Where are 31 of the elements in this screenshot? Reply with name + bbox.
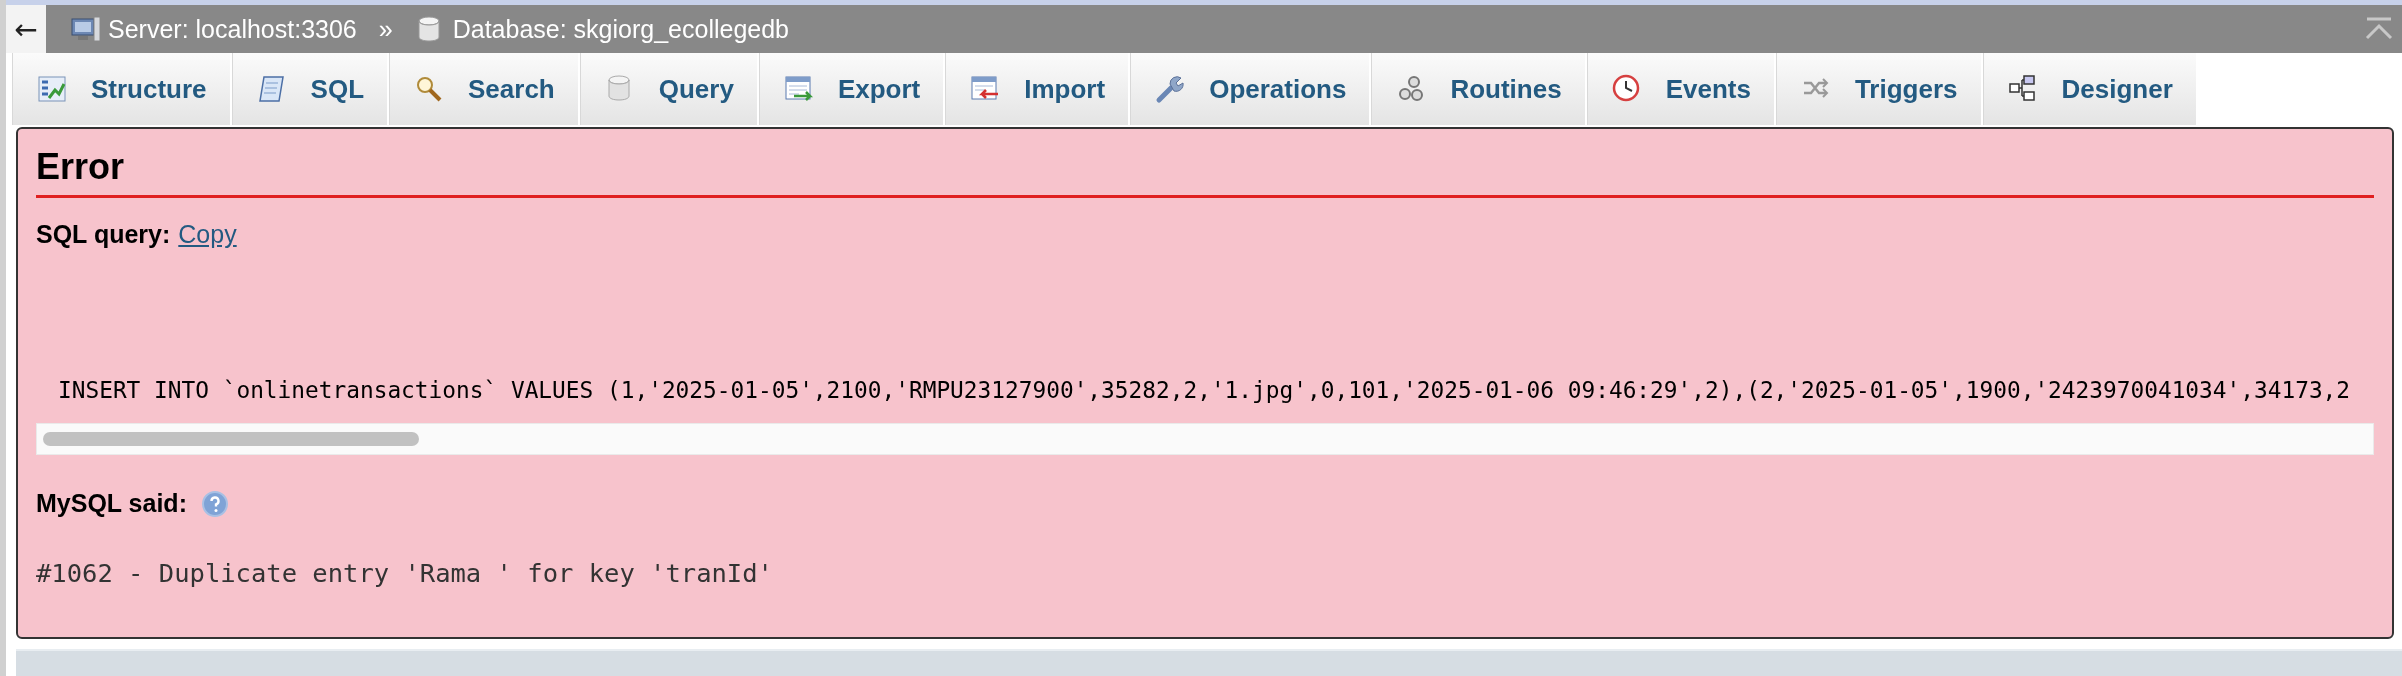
breadcrumb-separator: »: [378, 14, 393, 44]
monitor-icon: [70, 15, 100, 43]
horizontal-scrollbar[interactable]: [36, 423, 2374, 455]
tab[interactable]: Import: [945, 53, 1131, 125]
tab[interactable]: Events: [1586, 53, 1776, 125]
scrollbar-thumb[interactable]: [43, 432, 419, 446]
mysql-said-label: MySQL said:: [36, 489, 187, 518]
error-heading: Error: [36, 145, 2374, 198]
tab[interactable]: SQL: [231, 53, 390, 125]
wrench-icon: [1155, 74, 1186, 104]
tab[interactable]: Triggers: [1775, 53, 1983, 125]
tab[interactable]: Routines: [1371, 53, 1587, 125]
tab[interactable]: Query: [579, 53, 759, 125]
error-message: #1062 - Duplicate entry 'Rama ' for key 'tranId': [36, 558, 774, 588]
help-icon: [200, 489, 229, 518]
copy-link[interactable]: Copy: [178, 220, 237, 249]
sql-query-text: INSERT INTO `onlinetransactions` VALUES (1,'2025-01-05',2100,'RMPU23127900',35282,2,'1.jpg',0,101,'2025-01-06 09:46:29',2),(2,'2025-01-05',1900,'2423970041034',34173,2: [58, 377, 2351, 403]
chart-icon: [37, 74, 67, 104]
tab[interactable]: Search: [389, 53, 580, 125]
tab[interactable]: Operations: [1130, 53, 1372, 125]
breadcrumb-link[interactable]: Server: localhost:3306: [70, 14, 357, 44]
clock-icon: [1611, 74, 1642, 104]
back-button[interactable]: ←: [6, 5, 46, 53]
tab[interactable]: Designer: [1982, 53, 2198, 125]
diagram-icon: [2007, 74, 2038, 104]
collapse-icon: [2364, 16, 2394, 42]
tab[interactable]: Export: [758, 53, 946, 125]
breadcrumb-link[interactable]: Database: skgiorg_ecollegedb: [414, 14, 789, 44]
query-label: SQL query:: [36, 220, 171, 249]
tab[interactable]: Structure: [12, 53, 232, 125]
scroll-icon: [256, 74, 287, 104]
